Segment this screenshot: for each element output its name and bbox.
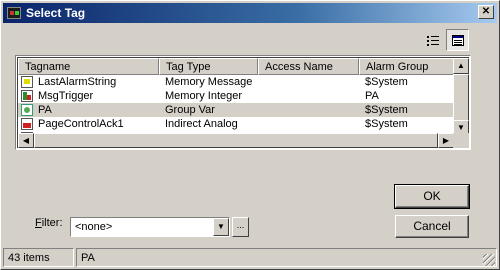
cell-type: Indirect Analog: [165, 118, 238, 130]
cell-tagname: PA: [38, 104, 52, 116]
title-bar[interactable]: Select Tag ✕: [3, 3, 497, 23]
analog-tag-icon: [21, 118, 33, 130]
tag-list[interactable]: Tagname Tag Type Access Name Alarm Group…: [15, 55, 471, 150]
chevron-down-icon[interactable]: ▼: [213, 218, 229, 236]
cell-type: Memory Integer: [165, 90, 243, 102]
scroll-up-button[interactable]: ▲: [453, 58, 469, 74]
cell-tagname: LastAlarmString: [38, 76, 117, 88]
table-row[interactable]: LastAlarmString Memory Message $System: [18, 75, 454, 89]
cancel-button[interactable]: Cancel: [395, 215, 469, 238]
cell-type: Group Var: [165, 104, 215, 116]
status-item-count: 43 items: [3, 248, 74, 267]
table-row[interactable]: MsgTrigger Memory Integer PA: [18, 89, 454, 103]
close-button[interactable]: ✕: [478, 5, 494, 19]
list-view-button[interactable]: [421, 29, 444, 51]
cell-group: $System: [365, 118, 408, 130]
select-tag-dialog: Select Tag ✕ Tagname Tag Type Access Nam…: [0, 0, 500, 270]
filter-browse-button[interactable]: ...: [232, 217, 249, 237]
cell-group: $System: [365, 104, 408, 116]
cell-tagname: MsgTrigger: [38, 90, 94, 102]
ok-button[interactable]: OK: [394, 184, 470, 209]
filter-value: <none>: [75, 221, 113, 233]
column-header-tagname[interactable]: Tagname: [18, 58, 159, 75]
list-header: Tagname Tag Type Access Name Alarm Group: [18, 58, 458, 75]
cell-tagname: PageControlAck1: [38, 118, 124, 130]
status-bar: 43 items PA: [3, 248, 497, 268]
column-header-tag-type[interactable]: Tag Type: [159, 58, 258, 75]
column-header-access-name[interactable]: Access Name: [258, 58, 359, 75]
scroll-corner: [453, 133, 469, 148]
cell-group: PA: [365, 90, 379, 102]
filter-combobox[interactable]: <none> ▼: [70, 217, 230, 237]
app-icon: [7, 7, 21, 19]
cell-type: Memory Message: [165, 76, 253, 88]
vertical-scrollbar[interactable]: ▲ ▼: [453, 58, 469, 136]
table-row[interactable]: PA Group Var $System: [18, 103, 454, 117]
details-view-icon: [452, 35, 464, 46]
horizontal-scrollbar[interactable]: ◀ ▶: [18, 133, 456, 148]
filter-label: Filter:: [35, 217, 63, 229]
horizontal-scroll-thumb[interactable]: [34, 133, 438, 148]
resize-grip[interactable]: [483, 254, 495, 266]
details-view-button[interactable]: [446, 29, 469, 51]
group-var-icon: [21, 104, 33, 116]
table-row[interactable]: PageControlAck1 Indirect Analog $System: [18, 117, 454, 131]
status-selected-tag: PA: [76, 248, 497, 267]
cell-group: $System: [365, 76, 408, 88]
scroll-left-button[interactable]: ◀: [18, 133, 34, 148]
integer-tag-icon: [21, 90, 33, 102]
column-header-alarm-group[interactable]: Alarm Group: [359, 58, 458, 75]
message-tag-icon: [21, 76, 33, 88]
vertical-scroll-thumb[interactable]: [453, 74, 469, 122]
scroll-right-button[interactable]: ▶: [438, 133, 454, 148]
window-title: Select Tag: [26, 6, 86, 20]
